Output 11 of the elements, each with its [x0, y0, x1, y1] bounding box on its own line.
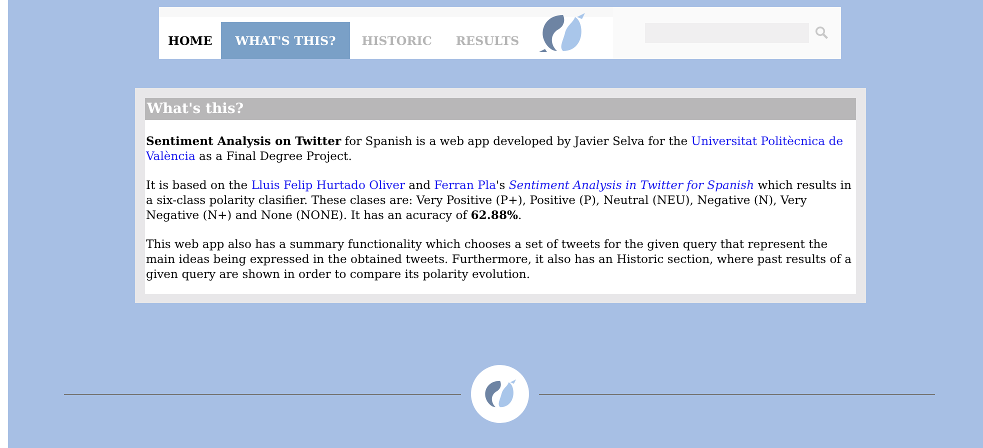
paragraph: It is based on the Lluis Felip Hurtado Oliver and Ferran Pla's Sentiment Analysis in Twitter for Spanish which results in a six-class polarity clasifier. These clases are: Very Positive (P+), Positive (P), Neutral (NEU), Negative (N), Very Negative (N+) and None (NONE). It has an acuracy of 62.88%. [146, 178, 852, 223]
link[interactable]: Sentiment Analysis in Twitter for Spanish [508, 178, 754, 192]
link[interactable]: Lluis Felip Hurtado Oliver [251, 178, 405, 192]
link[interactable]: València [146, 149, 196, 163]
link[interactable]: Ferran Pla [434, 178, 496, 192]
nav-tab[interactable]: HOME [159, 22, 222, 59]
search-icon[interactable] [815, 26, 830, 40]
section-title: What's this? [145, 98, 856, 120]
paragraph: Sentiment Analysis on Twitter for Spanish is a web app developed by Javier Selva for the Universitat Politècnica de València as a Final Degree Project. [146, 134, 844, 164]
link[interactable]: Universitat Politècnica de [691, 134, 844, 148]
paragraph: This web app also has a summary functionality which chooses a set of tweets for the given query that represent the main ideas being expressed in the obtained tweets. Furthermore, it also has an Historic section, where past results of a given query are shown in order to compare its polarity evolution. [146, 237, 853, 282]
